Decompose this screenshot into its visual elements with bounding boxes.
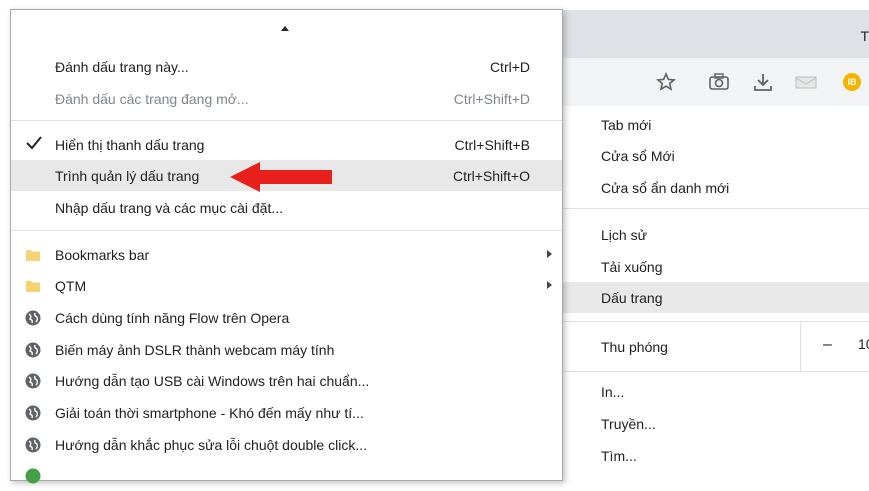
avatar-icon[interactable]: IB — [843, 73, 861, 91]
bookmark-item[interactable]: Giải toán thời smartphone - Khó đến mấy … — [11, 397, 562, 428]
bookmark-item[interactable]: Cách dùng tính năng Flow trên Opera — [11, 302, 562, 333]
bookmark-item[interactable] — [11, 460, 562, 491]
bookmark-item[interactable]: Hướng dẫn tạo USB cài Windows trên hai c… — [11, 365, 562, 396]
menu-item-new-window[interactable]: Cửa sổ Mới — [557, 140, 869, 171]
checkmark-icon — [26, 136, 42, 153]
menu-item-new-tab[interactable]: Tab mới — [557, 109, 869, 140]
menu-separator — [11, 230, 562, 231]
camera-icon[interactable] — [708, 71, 730, 93]
globe-icon — [25, 468, 41, 484]
bookmark-folder[interactable]: Bookmarks bar — [11, 239, 562, 270]
menu-separator — [557, 208, 869, 209]
menu-separator — [11, 120, 562, 121]
globe-icon — [25, 342, 41, 358]
red-arrow-annotation — [230, 160, 334, 199]
menu-item-downloads[interactable]: Tải xuống — [557, 251, 869, 282]
globe-icon — [25, 405, 41, 421]
menu-item-zoom: Thu phóng – 10 — [557, 322, 869, 371]
menu-item-print[interactable]: In... — [557, 376, 869, 407]
zoom-out-button[interactable]: – — [823, 336, 832, 354]
bookmarks-submenu: Đánh dấu trang này... Ctrl+D Đánh dấu cá… — [10, 9, 563, 484]
globe-icon — [25, 310, 41, 326]
menu-item-find[interactable]: Tìm... — [557, 440, 869, 471]
menu-item-history[interactable]: Lịch sử — [557, 219, 869, 250]
globe-icon — [25, 437, 41, 453]
tab-edge-text: T — [860, 28, 869, 44]
star-icon[interactable] — [656, 71, 676, 93]
zoom-controls: – 10 — [800, 322, 869, 371]
globe-icon — [25, 373, 41, 389]
mail-icon[interactable] — [794, 71, 818, 93]
menu-item-bookmark-open-pages[interactable]: Đánh dấu các trang đang mở... Ctrl+Shift… — [11, 83, 562, 114]
menu-item-cast[interactable]: Truyền... — [557, 408, 869, 439]
tab-strip: T — [540, 10, 869, 58]
browser-toolbar: IB — [540, 58, 869, 106]
bookmark-item[interactable]: Hướng dẫn khắc phục sửa lỗi chuột double… — [11, 429, 562, 460]
folder-icon — [25, 278, 41, 294]
bookmark-item[interactable]: Biến máy ảnh DSLR thành webcam máy tính — [11, 334, 562, 365]
menu-item-bookmarks[interactable]: Dấu trang — [557, 282, 869, 313]
menu-item-show-bookmarks-bar[interactable]: Hiển thị thanh dấu trang Ctrl+Shift+B — [11, 129, 562, 160]
menu-separator — [557, 371, 869, 372]
menu-item-incognito[interactable]: Cửa sổ ẩn danh mới — [557, 172, 869, 203]
bookmark-folder[interactable]: QTM — [11, 270, 562, 301]
zoom-level: 10 — [858, 336, 869, 352]
chevron-right-icon — [547, 250, 552, 258]
chrome-main-menu: Tab mới Cửa sổ Mới Cửa sổ ẩn danh mới Lị… — [557, 106, 869, 466]
menu-item-bookmark-this-page[interactable]: Đánh dấu trang này... Ctrl+D — [11, 51, 562, 82]
chevron-right-icon — [547, 281, 552, 289]
folder-icon — [25, 247, 41, 263]
download-icon[interactable] — [752, 71, 774, 93]
scroll-up-arrow-icon[interactable] — [281, 26, 289, 31]
